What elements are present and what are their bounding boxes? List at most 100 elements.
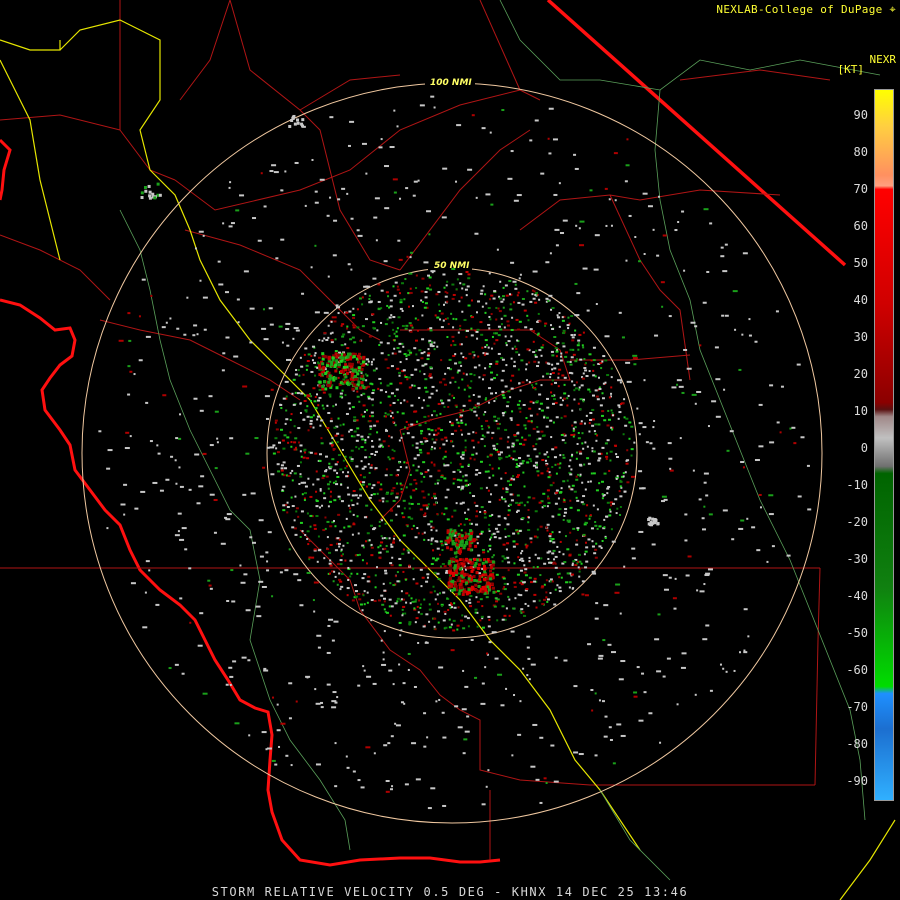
echo-pixel bbox=[464, 288, 468, 291]
echo-pixel bbox=[375, 239, 378, 242]
echo-pixel bbox=[395, 388, 399, 391]
echo-pixel bbox=[338, 572, 341, 575]
echo-pixel bbox=[356, 229, 360, 232]
echo-pixel bbox=[499, 451, 503, 454]
echo-pixel bbox=[356, 372, 360, 376]
echo-pixel bbox=[578, 388, 581, 391]
echo-pixel bbox=[516, 573, 520, 576]
echo-pixel bbox=[468, 519, 471, 522]
echo-pixel bbox=[437, 621, 440, 624]
echo-pixel bbox=[281, 341, 284, 344]
echo-pixel bbox=[330, 339, 334, 342]
echo-pixel bbox=[494, 332, 498, 335]
echo-pixel bbox=[703, 505, 706, 508]
echo-pixel bbox=[518, 581, 522, 584]
echo-pixel bbox=[571, 336, 575, 339]
echo-pixel bbox=[557, 497, 560, 500]
echo-pixel bbox=[461, 457, 465, 460]
echo-pixel bbox=[209, 493, 215, 496]
echo-pixel bbox=[389, 562, 393, 565]
echo-pixel bbox=[384, 358, 388, 361]
echo-pixel bbox=[306, 538, 309, 541]
echo-pixel bbox=[416, 420, 419, 423]
echo-pixel bbox=[669, 469, 674, 472]
echo-pixel bbox=[595, 439, 598, 442]
echo-pixel bbox=[359, 339, 362, 342]
echo-pixel bbox=[592, 450, 596, 453]
echo-pixel bbox=[351, 352, 355, 356]
echo-pixel bbox=[345, 465, 348, 468]
echo-pixel bbox=[591, 709, 594, 712]
echo-pixel bbox=[604, 442, 608, 445]
echo-pixel bbox=[510, 328, 514, 331]
echo-pixel bbox=[667, 442, 672, 445]
echo-pixel bbox=[331, 639, 335, 642]
echo-pixel bbox=[672, 597, 677, 600]
echo-pixel bbox=[344, 559, 347, 562]
echo-pixel bbox=[363, 410, 366, 413]
echo-pixel bbox=[383, 744, 388, 747]
echo-pixel bbox=[243, 573, 248, 576]
echo-pixel bbox=[472, 495, 476, 498]
echo-pixel bbox=[331, 437, 334, 440]
echo-pixel bbox=[647, 205, 653, 208]
echo-pixel bbox=[297, 369, 300, 372]
echo-pixel bbox=[377, 387, 380, 390]
echo-pixel bbox=[552, 549, 556, 552]
echo-pixel bbox=[509, 379, 512, 382]
echo-pixel bbox=[487, 769, 490, 772]
echo-pixel bbox=[396, 482, 399, 485]
echo-pixel bbox=[480, 702, 486, 705]
echo-pixel bbox=[484, 666, 487, 669]
echo-pixel bbox=[335, 355, 339, 359]
echo-pixel bbox=[433, 590, 436, 593]
echo-pixel bbox=[392, 539, 395, 542]
echo-pixel bbox=[545, 416, 549, 419]
echo-pixel bbox=[340, 483, 343, 486]
echo-pixel bbox=[461, 287, 464, 290]
echo-pixel bbox=[378, 499, 382, 502]
echo-pixel bbox=[475, 510, 478, 513]
echo-pixel bbox=[388, 435, 391, 438]
echo-pixel bbox=[679, 437, 682, 440]
echo-pixel bbox=[371, 313, 375, 316]
echo-pixel bbox=[662, 675, 666, 678]
echo-pixel bbox=[439, 447, 442, 450]
echo-pixel bbox=[497, 515, 501, 518]
echo-pixel bbox=[702, 528, 707, 531]
echo-pixel bbox=[432, 410, 436, 413]
echo-pixel bbox=[127, 312, 131, 315]
echo-pixel bbox=[282, 397, 286, 400]
echo-pixel bbox=[560, 355, 563, 358]
echo-pixel bbox=[281, 473, 284, 476]
echo-pixel bbox=[505, 364, 508, 367]
echo-pixel bbox=[543, 598, 547, 601]
echo-pixel bbox=[296, 392, 300, 395]
echo-pixel bbox=[759, 506, 762, 509]
echo-pixel bbox=[418, 599, 421, 602]
echo-pixel bbox=[498, 537, 502, 540]
echo-pixel bbox=[601, 539, 604, 542]
echo-pixel bbox=[610, 224, 613, 227]
echo-pixel bbox=[335, 483, 339, 486]
echo-pixel bbox=[478, 364, 481, 367]
echo-pixel bbox=[706, 270, 710, 273]
echo-pixel bbox=[603, 419, 607, 422]
echo-pixel bbox=[395, 496, 399, 499]
echo-pixel bbox=[576, 528, 579, 531]
echo-pixel bbox=[306, 530, 310, 533]
echo-pixel bbox=[313, 354, 316, 357]
echo-pixel bbox=[513, 585, 517, 588]
echo-pixel bbox=[518, 442, 522, 445]
echo-pixel bbox=[384, 412, 387, 415]
echo-pixel bbox=[398, 621, 402, 624]
echo-pixel bbox=[504, 535, 507, 538]
echo-pixel bbox=[494, 527, 498, 530]
echo-pixel bbox=[547, 467, 550, 470]
echo-pixel bbox=[488, 387, 492, 390]
echo-pixel bbox=[390, 507, 393, 510]
echo-pixel bbox=[410, 597, 413, 600]
echo-pixel bbox=[530, 663, 536, 666]
echo-pixel bbox=[337, 417, 340, 420]
echo-pixel bbox=[362, 386, 366, 390]
